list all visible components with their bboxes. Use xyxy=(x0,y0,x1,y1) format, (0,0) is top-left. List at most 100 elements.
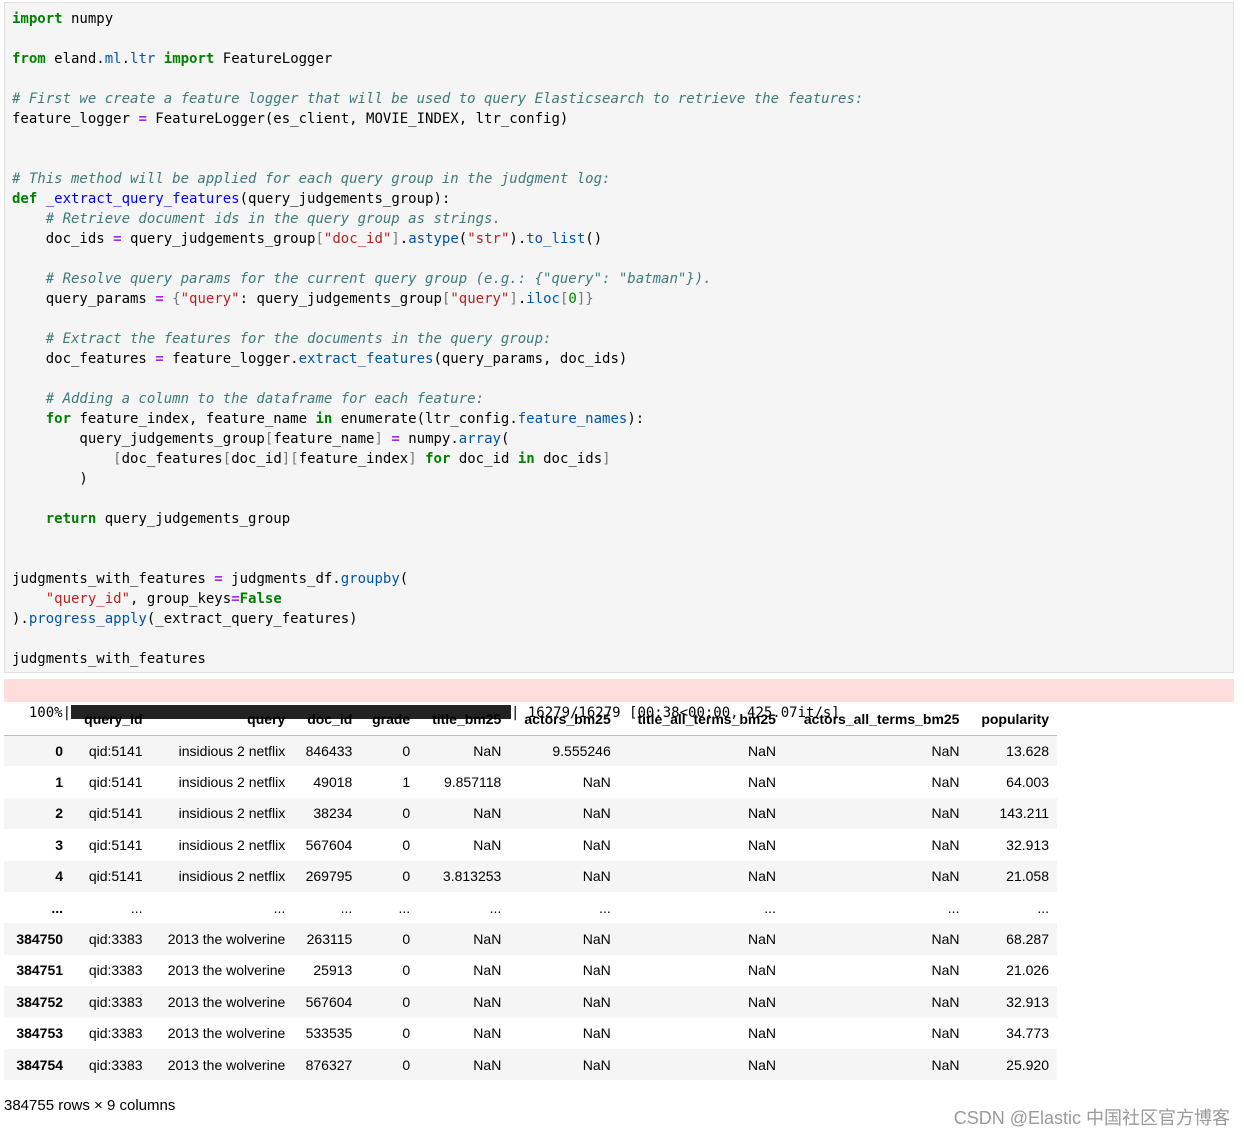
table-cell: NaN xyxy=(582,1056,611,1073)
table-row: 384750 qid:3383 2013 the wolverine 263115 0 N… xyxy=(4,923,1057,955)
table-cell: NaN xyxy=(582,1025,611,1042)
table-row: 384752 qid:3383 2013 the wolverine 567604 0 N… xyxy=(4,986,1057,1018)
table-cell: NaN xyxy=(931,1025,960,1042)
code-line: # Adding a column to the dataframe for e… xyxy=(45,391,485,407)
row-index: 384753 xyxy=(16,1025,64,1042)
table-cell: NaN xyxy=(747,805,776,822)
table-cell: NaN xyxy=(473,931,502,948)
table-cell: NaN xyxy=(747,1056,776,1073)
table-row: 384753 qid:3383 2013 the wolverine 533535 0 N… xyxy=(4,1018,1057,1049)
table-cell: 0 xyxy=(402,805,411,822)
table-cell: NaN xyxy=(473,742,502,759)
table-cell: NaN xyxy=(747,774,776,791)
table-cell: ... xyxy=(764,899,776,916)
table-row: 0 qid:5141 insidious 2 netflix 846433 0 NaN 9.… xyxy=(4,735,1057,767)
code-cell[interactable]: import numpy from eland.ml.ltr import Fe… xyxy=(4,2,1234,673)
table-cell: NaN xyxy=(931,931,960,948)
table-row: .............................. xyxy=(4,892,1057,923)
table-cell: NaN xyxy=(747,993,776,1010)
table-cell: 25913 xyxy=(313,962,353,979)
table-cell: 3.813253 xyxy=(442,868,502,885)
table-cell: NaN xyxy=(473,993,502,1010)
table-cell: NaN xyxy=(931,1056,960,1073)
row-index: 384752 xyxy=(16,993,64,1010)
code-line: ).progress_apply(_extract_query_features… xyxy=(12,611,358,627)
table-cell: 0 xyxy=(402,868,411,885)
code-line: doc_features = feature_logger.extract_fe… xyxy=(12,351,628,367)
table-cell: NaN xyxy=(582,931,611,948)
table-cell: 38234 xyxy=(313,805,353,822)
table-cell: insidious 2 netflix xyxy=(178,742,286,759)
code-line: "query_id", group_keys=False xyxy=(45,591,282,607)
table-cell: ... xyxy=(599,899,611,916)
table-cell: 1 xyxy=(402,774,411,791)
table-cell: 2013 the wolverine xyxy=(167,1025,286,1042)
code-line: query_judgements_group[feature_name] = n… xyxy=(12,431,510,447)
table-cell: ... xyxy=(947,899,960,916)
table-cell: qid:3383 xyxy=(88,962,143,979)
column-header xyxy=(4,704,72,736)
table-cell: ... xyxy=(273,899,286,916)
table-cell: NaN xyxy=(582,868,611,885)
table-cell: NaN xyxy=(473,805,502,822)
table-cell: 0 xyxy=(402,931,411,948)
table-cell: 263115 xyxy=(306,931,353,948)
table-cell: 0 xyxy=(402,1056,411,1073)
code-line: feature_logger = FeatureLogger(es_client… xyxy=(12,111,569,127)
code-line: judgments_with_features xyxy=(12,651,206,667)
table-cell: NaN xyxy=(582,962,611,979)
table-cell: qid:5141 xyxy=(88,868,143,885)
row-index: 0 xyxy=(55,742,64,759)
table-cell: 0 xyxy=(402,993,411,1010)
table-cell: 2013 the wolverine xyxy=(167,931,286,948)
table-cell: 21.058 xyxy=(1006,868,1049,885)
table-cell: insidious 2 netflix xyxy=(178,836,286,853)
table-cell: insidious 2 netflix xyxy=(178,774,286,791)
table-cell: insidious 2 netflix xyxy=(178,868,286,885)
table-row: 1 qid:5141 insidious 2 netflix 49018 1 9.8571… xyxy=(4,766,1057,797)
code-line: judgments_with_features = judgments_df.g… xyxy=(12,571,409,587)
table-cell: 0 xyxy=(402,962,411,979)
table-cell: 876327 xyxy=(305,1056,353,1073)
table-cell: NaN xyxy=(582,805,611,822)
table-cell: NaN xyxy=(747,962,776,979)
table-cell: 269795 xyxy=(305,868,353,885)
column-header: title_bm25 xyxy=(418,704,510,736)
table-cell: NaN xyxy=(931,868,960,885)
table-cell: NaN xyxy=(473,836,502,853)
table-row: 384751 qid:3383 2013 the wolverine 25913 0 Na… xyxy=(4,955,1057,986)
table-cell: 68.287 xyxy=(1006,931,1049,948)
code-line: # First we create a feature logger that … xyxy=(12,91,864,107)
table-cell: qid:5141 xyxy=(88,836,143,853)
table-cell: qid:5141 xyxy=(88,742,143,759)
row-index: 1 xyxy=(55,774,64,791)
table-row: 384754 qid:3383 2013 the wolverine 876327 0 N… xyxy=(4,1048,1057,1081)
table-cell: 2013 the wolverine xyxy=(167,1056,286,1073)
table-cell: insidious 2 netflix xyxy=(178,805,286,822)
table-header-row: query_id query doc_id grade title_bm25 actors… xyxy=(4,704,1057,736)
table-cell: ... xyxy=(340,899,353,916)
table-cell: qid:3383 xyxy=(88,1056,143,1073)
table-cell: NaN xyxy=(747,742,776,759)
code-line: def _extract_query_features(query_judgem… xyxy=(12,191,451,207)
table-row: 4 qid:5141 insidious 2 netflix 269795 0 3.813… xyxy=(4,860,1057,892)
table-cell: qid:3383 xyxy=(88,1025,143,1042)
table-cell: 533535 xyxy=(305,1025,353,1042)
table-cell: NaN xyxy=(473,1025,502,1042)
table-cell: NaN xyxy=(582,836,611,853)
dataframe-table: query_id query doc_id grade title_bm25 actors… xyxy=(4,704,1057,1081)
table-cell: 32.913 xyxy=(1006,993,1049,1010)
code-editor[interactable]: import numpy from eland.ml.ltr import Fe… xyxy=(12,9,863,669)
row-index: 384751 xyxy=(16,962,64,979)
table-cell: NaN xyxy=(931,962,960,979)
table-cell: 2013 the wolverine xyxy=(167,993,286,1010)
row-index: 2 xyxy=(55,805,64,822)
table-cell: 0 xyxy=(402,742,411,759)
table-cell: qid:5141 xyxy=(88,774,143,791)
code-line: # Extract the features for the documents… xyxy=(45,331,552,347)
table-cell: 567604 xyxy=(305,836,353,853)
table-cell: 143.211 xyxy=(999,805,1049,822)
